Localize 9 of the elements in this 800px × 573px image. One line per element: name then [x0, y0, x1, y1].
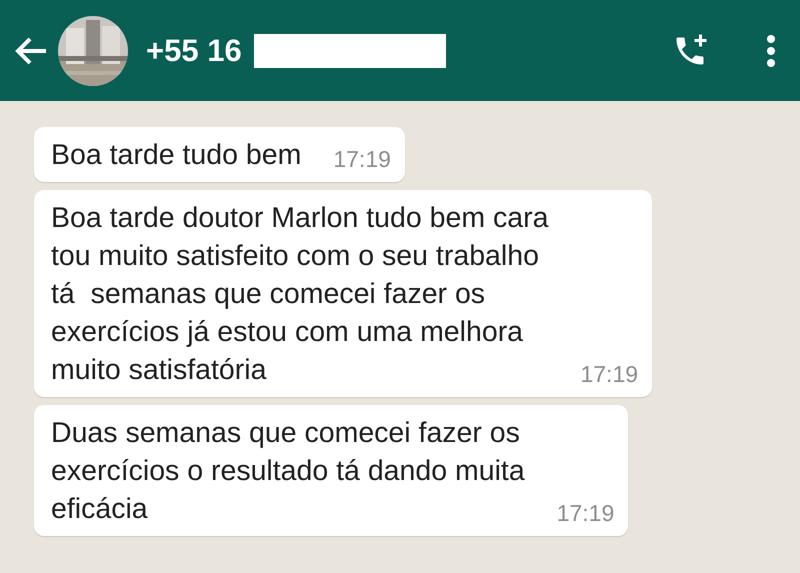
back-arrow-icon[interactable]	[14, 36, 48, 66]
message-time: 17:19	[333, 145, 391, 174]
message-text: Duas semanas que comecei fazer os exercícios o resultado tá dando muita eficácia	[51, 416, 525, 527]
message-text: Boa tarde doutor Marlon tudo bem cara tou muito satisfeito com o seu trabalho tá semanas que comecei fazer os exercícios já estou com uma melhora muito satisfatória	[51, 201, 548, 388]
contact-name: +55 16	[146, 32, 242, 68]
message-text: Boa tarde tudo bem	[51, 138, 302, 173]
message-time: 17:19	[580, 360, 638, 389]
message-time: 17:19	[556, 499, 614, 528]
more-options-icon[interactable]	[766, 34, 776, 68]
